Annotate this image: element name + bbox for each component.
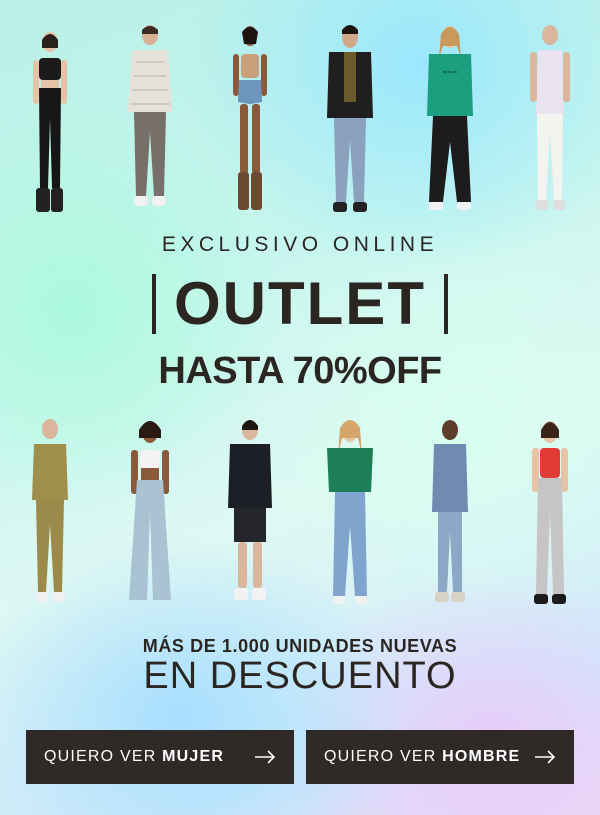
- view-men-button[interactable]: QUIERO VER HOMBRE: [306, 730, 574, 784]
- units-subtitle: MÁS DE 1.000 UNIDADES NUEVAS: [142, 636, 458, 656]
- model-woman-wide-jeans: [100, 410, 200, 610]
- model-woman-red-top: [500, 410, 600, 610]
- top-models-row: ≈≈≈: [0, 18, 600, 218]
- model-man-denim-jacket: [400, 410, 500, 610]
- arrow-right-icon: [535, 750, 556, 764]
- model-man-black-shorts: [200, 410, 300, 610]
- model-man-puffer-jacket: [100, 18, 200, 218]
- view-men-label: QUIERO VER HOMBRE: [324, 748, 521, 765]
- title-text: OUTLET: [174, 270, 426, 337]
- bottom-models-row: [0, 410, 600, 610]
- model-woman-denim-shorts: [200, 18, 300, 218]
- model-woman-black-outfit: [0, 18, 100, 218]
- discount-subtitle: EN DESCUENTO: [143, 655, 457, 697]
- kicker-text: EXCLUSIVO ONLINE: [161, 233, 439, 256]
- model-man-white-outfit: [500, 18, 600, 218]
- title-right-divider: [443, 274, 448, 334]
- discount-text: HASTA 70%OFF: [158, 350, 442, 392]
- arrow-right-icon: [255, 750, 276, 764]
- view-women-button[interactable]: QUIERO VER MUJER: [26, 730, 294, 784]
- view-women-label: QUIERO VER MUJER: [44, 748, 225, 765]
- model-man-khaki-set: [0, 410, 100, 610]
- title-left-divider: [152, 274, 156, 334]
- model-woman-green-sweater: [300, 410, 400, 610]
- title-block: OUTLET: [0, 268, 600, 340]
- svg-text:≈≈≈: ≈≈≈: [442, 69, 457, 76]
- model-woman-green-sweatshirt: ≈≈≈: [400, 18, 500, 218]
- model-man-leather-jacket: [300, 18, 400, 218]
